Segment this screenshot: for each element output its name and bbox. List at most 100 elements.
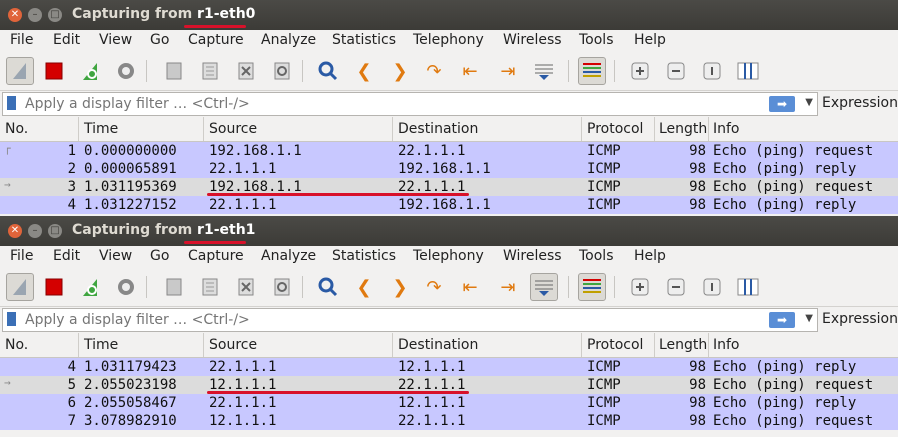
menu-analyze[interactable]: Analyze bbox=[261, 248, 316, 264]
back-icon[interactable]: ❮ bbox=[350, 57, 378, 85]
column-source[interactable]: Source bbox=[209, 121, 257, 137]
autoscroll-icon[interactable] bbox=[530, 57, 558, 85]
shark-fin-icon[interactable] bbox=[6, 273, 34, 301]
menu-go[interactable]: Go bbox=[150, 32, 169, 48]
close-file-icon[interactable] bbox=[232, 273, 260, 301]
bookmark-icon[interactable] bbox=[7, 96, 16, 110]
reload-icon[interactable] bbox=[268, 273, 296, 301]
menu-file[interactable]: File bbox=[10, 248, 33, 264]
chevron-down-icon[interactable]: ▼ bbox=[805, 313, 813, 324]
reload-icon[interactable] bbox=[268, 57, 296, 85]
column-destination[interactable]: Destination bbox=[398, 121, 478, 137]
table-row[interactable]: 7 3.078982910 12.1.1.1 22.1.1.1 ICMP 98 … bbox=[0, 412, 898, 430]
table-row-selected[interactable]: → 3 1.031195369 192.168.1.1 22.1.1.1 ICM… bbox=[0, 178, 898, 196]
forward-icon[interactable]: ❯ bbox=[386, 273, 414, 301]
back-icon[interactable]: ❮ bbox=[350, 273, 378, 301]
menu-go[interactable]: Go bbox=[150, 248, 169, 264]
menu-statistics[interactable]: Statistics bbox=[332, 248, 396, 264]
shark-fin-icon[interactable] bbox=[6, 57, 34, 85]
restart-icon[interactable] bbox=[76, 57, 104, 85]
first-packet-icon[interactable]: ⇤ bbox=[456, 273, 484, 301]
resize-columns-icon[interactable] bbox=[734, 57, 762, 85]
minimize-icon[interactable]: – bbox=[28, 8, 42, 22]
normal-size-icon[interactable] bbox=[698, 57, 726, 85]
table-row[interactable]: 4 1.031179423 22.1.1.1 12.1.1.1 ICMP 98 … bbox=[0, 358, 898, 376]
column-length[interactable]: Length bbox=[659, 121, 707, 137]
menu-tools[interactable]: Tools bbox=[579, 32, 614, 48]
stop-icon[interactable] bbox=[40, 273, 68, 301]
menu-edit[interactable]: Edit bbox=[53, 32, 80, 48]
zoom-out-icon[interactable] bbox=[662, 273, 690, 301]
chevron-down-icon[interactable]: ▼ bbox=[805, 97, 813, 108]
normal-size-icon[interactable] bbox=[698, 273, 726, 301]
maximize-icon[interactable]: □ bbox=[48, 224, 62, 238]
table-row[interactable]: 2 0.000065891 22.1.1.1 192.168.1.1 ICMP … bbox=[0, 160, 898, 178]
menu-analyze[interactable]: Analyze bbox=[261, 32, 316, 48]
table-row[interactable]: ┌ 1 0.000000000 192.168.1.1 22.1.1.1 ICM… bbox=[0, 142, 898, 160]
menu-telephony[interactable]: Telephony bbox=[413, 32, 484, 48]
restart-icon[interactable] bbox=[76, 273, 104, 301]
column-info[interactable]: Info bbox=[713, 337, 740, 353]
column-destination[interactable]: Destination bbox=[398, 337, 478, 353]
column-protocol[interactable]: Protocol bbox=[587, 337, 643, 353]
display-filter-input[interactable] bbox=[23, 311, 747, 329]
apply-filter-arrow-icon[interactable]: ➡ bbox=[769, 312, 795, 328]
close-file-icon[interactable] bbox=[232, 57, 260, 85]
menu-capture[interactable]: Capture bbox=[188, 32, 244, 48]
column-length[interactable]: Length bbox=[659, 337, 707, 353]
expression-button[interactable]: Expression bbox=[822, 95, 898, 111]
zoom-in-icon[interactable] bbox=[626, 273, 654, 301]
menu-capture[interactable]: Capture bbox=[188, 248, 244, 264]
colorize-icon[interactable] bbox=[578, 57, 606, 85]
save-file-icon[interactable] bbox=[196, 57, 224, 85]
menu-wireless[interactable]: Wireless bbox=[503, 248, 562, 264]
menu-statistics[interactable]: Statistics bbox=[332, 32, 396, 48]
menu-edit[interactable]: Edit bbox=[53, 248, 80, 264]
table-row-selected[interactable]: → 5 2.055023198 12.1.1.1 22.1.1.1 ICMP 9… bbox=[0, 376, 898, 394]
goto-icon[interactable]: ↷ bbox=[420, 273, 448, 301]
table-row[interactable]: 4 1.031227152 22.1.1.1 192.168.1.1 ICMP … bbox=[0, 196, 898, 214]
menu-telephony[interactable]: Telephony bbox=[413, 248, 484, 264]
menu-view[interactable]: View bbox=[99, 248, 132, 264]
stop-icon[interactable] bbox=[40, 57, 68, 85]
display-filter-input[interactable] bbox=[23, 95, 747, 113]
forward-icon[interactable]: ❯ bbox=[386, 57, 414, 85]
find-icon[interactable] bbox=[314, 57, 342, 85]
menu-wireless[interactable]: Wireless bbox=[503, 32, 562, 48]
zoom-in-icon[interactable] bbox=[626, 57, 654, 85]
column-protocol[interactable]: Protocol bbox=[587, 121, 643, 137]
open-file-icon[interactable] bbox=[160, 57, 188, 85]
menu-help[interactable]: Help bbox=[634, 32, 666, 48]
apply-filter-arrow-icon[interactable]: ➡ bbox=[769, 96, 795, 112]
options-gear-icon[interactable] bbox=[112, 273, 140, 301]
table-row[interactable]: 6 2.055058467 22.1.1.1 12.1.1.1 ICMP 98 … bbox=[0, 394, 898, 412]
menu-tools[interactable]: Tools bbox=[579, 248, 614, 264]
last-packet-icon[interactable]: ⇥ bbox=[494, 273, 522, 301]
open-file-icon[interactable] bbox=[160, 273, 188, 301]
find-icon[interactable] bbox=[314, 273, 342, 301]
first-packet-icon[interactable]: ⇤ bbox=[456, 57, 484, 85]
close-icon[interactable]: ✕ bbox=[8, 224, 22, 238]
menu-help[interactable]: Help bbox=[634, 248, 666, 264]
close-icon[interactable]: ✕ bbox=[8, 8, 22, 22]
menu-file[interactable]: File bbox=[10, 32, 33, 48]
column-no[interactable]: No. bbox=[5, 337, 28, 353]
last-packet-icon[interactable]: ⇥ bbox=[494, 57, 522, 85]
maximize-icon[interactable]: □ bbox=[48, 8, 62, 22]
zoom-out-icon[interactable] bbox=[662, 57, 690, 85]
column-time[interactable]: Time bbox=[84, 121, 118, 137]
menu-view[interactable]: View bbox=[99, 32, 132, 48]
save-file-icon[interactable] bbox=[196, 273, 224, 301]
expression-button[interactable]: Expression bbox=[822, 311, 898, 327]
column-source[interactable]: Source bbox=[209, 337, 257, 353]
colorize-icon[interactable] bbox=[578, 273, 606, 301]
resize-columns-icon[interactable] bbox=[734, 273, 762, 301]
goto-icon[interactable]: ↷ bbox=[420, 57, 448, 85]
options-gear-icon[interactable] bbox=[112, 57, 140, 85]
minimize-icon[interactable]: – bbox=[28, 224, 42, 238]
bookmark-icon[interactable] bbox=[7, 312, 16, 326]
column-no[interactable]: No. bbox=[5, 121, 28, 137]
autoscroll-icon[interactable] bbox=[530, 273, 558, 301]
column-info[interactable]: Info bbox=[713, 121, 740, 137]
column-time[interactable]: Time bbox=[84, 337, 118, 353]
